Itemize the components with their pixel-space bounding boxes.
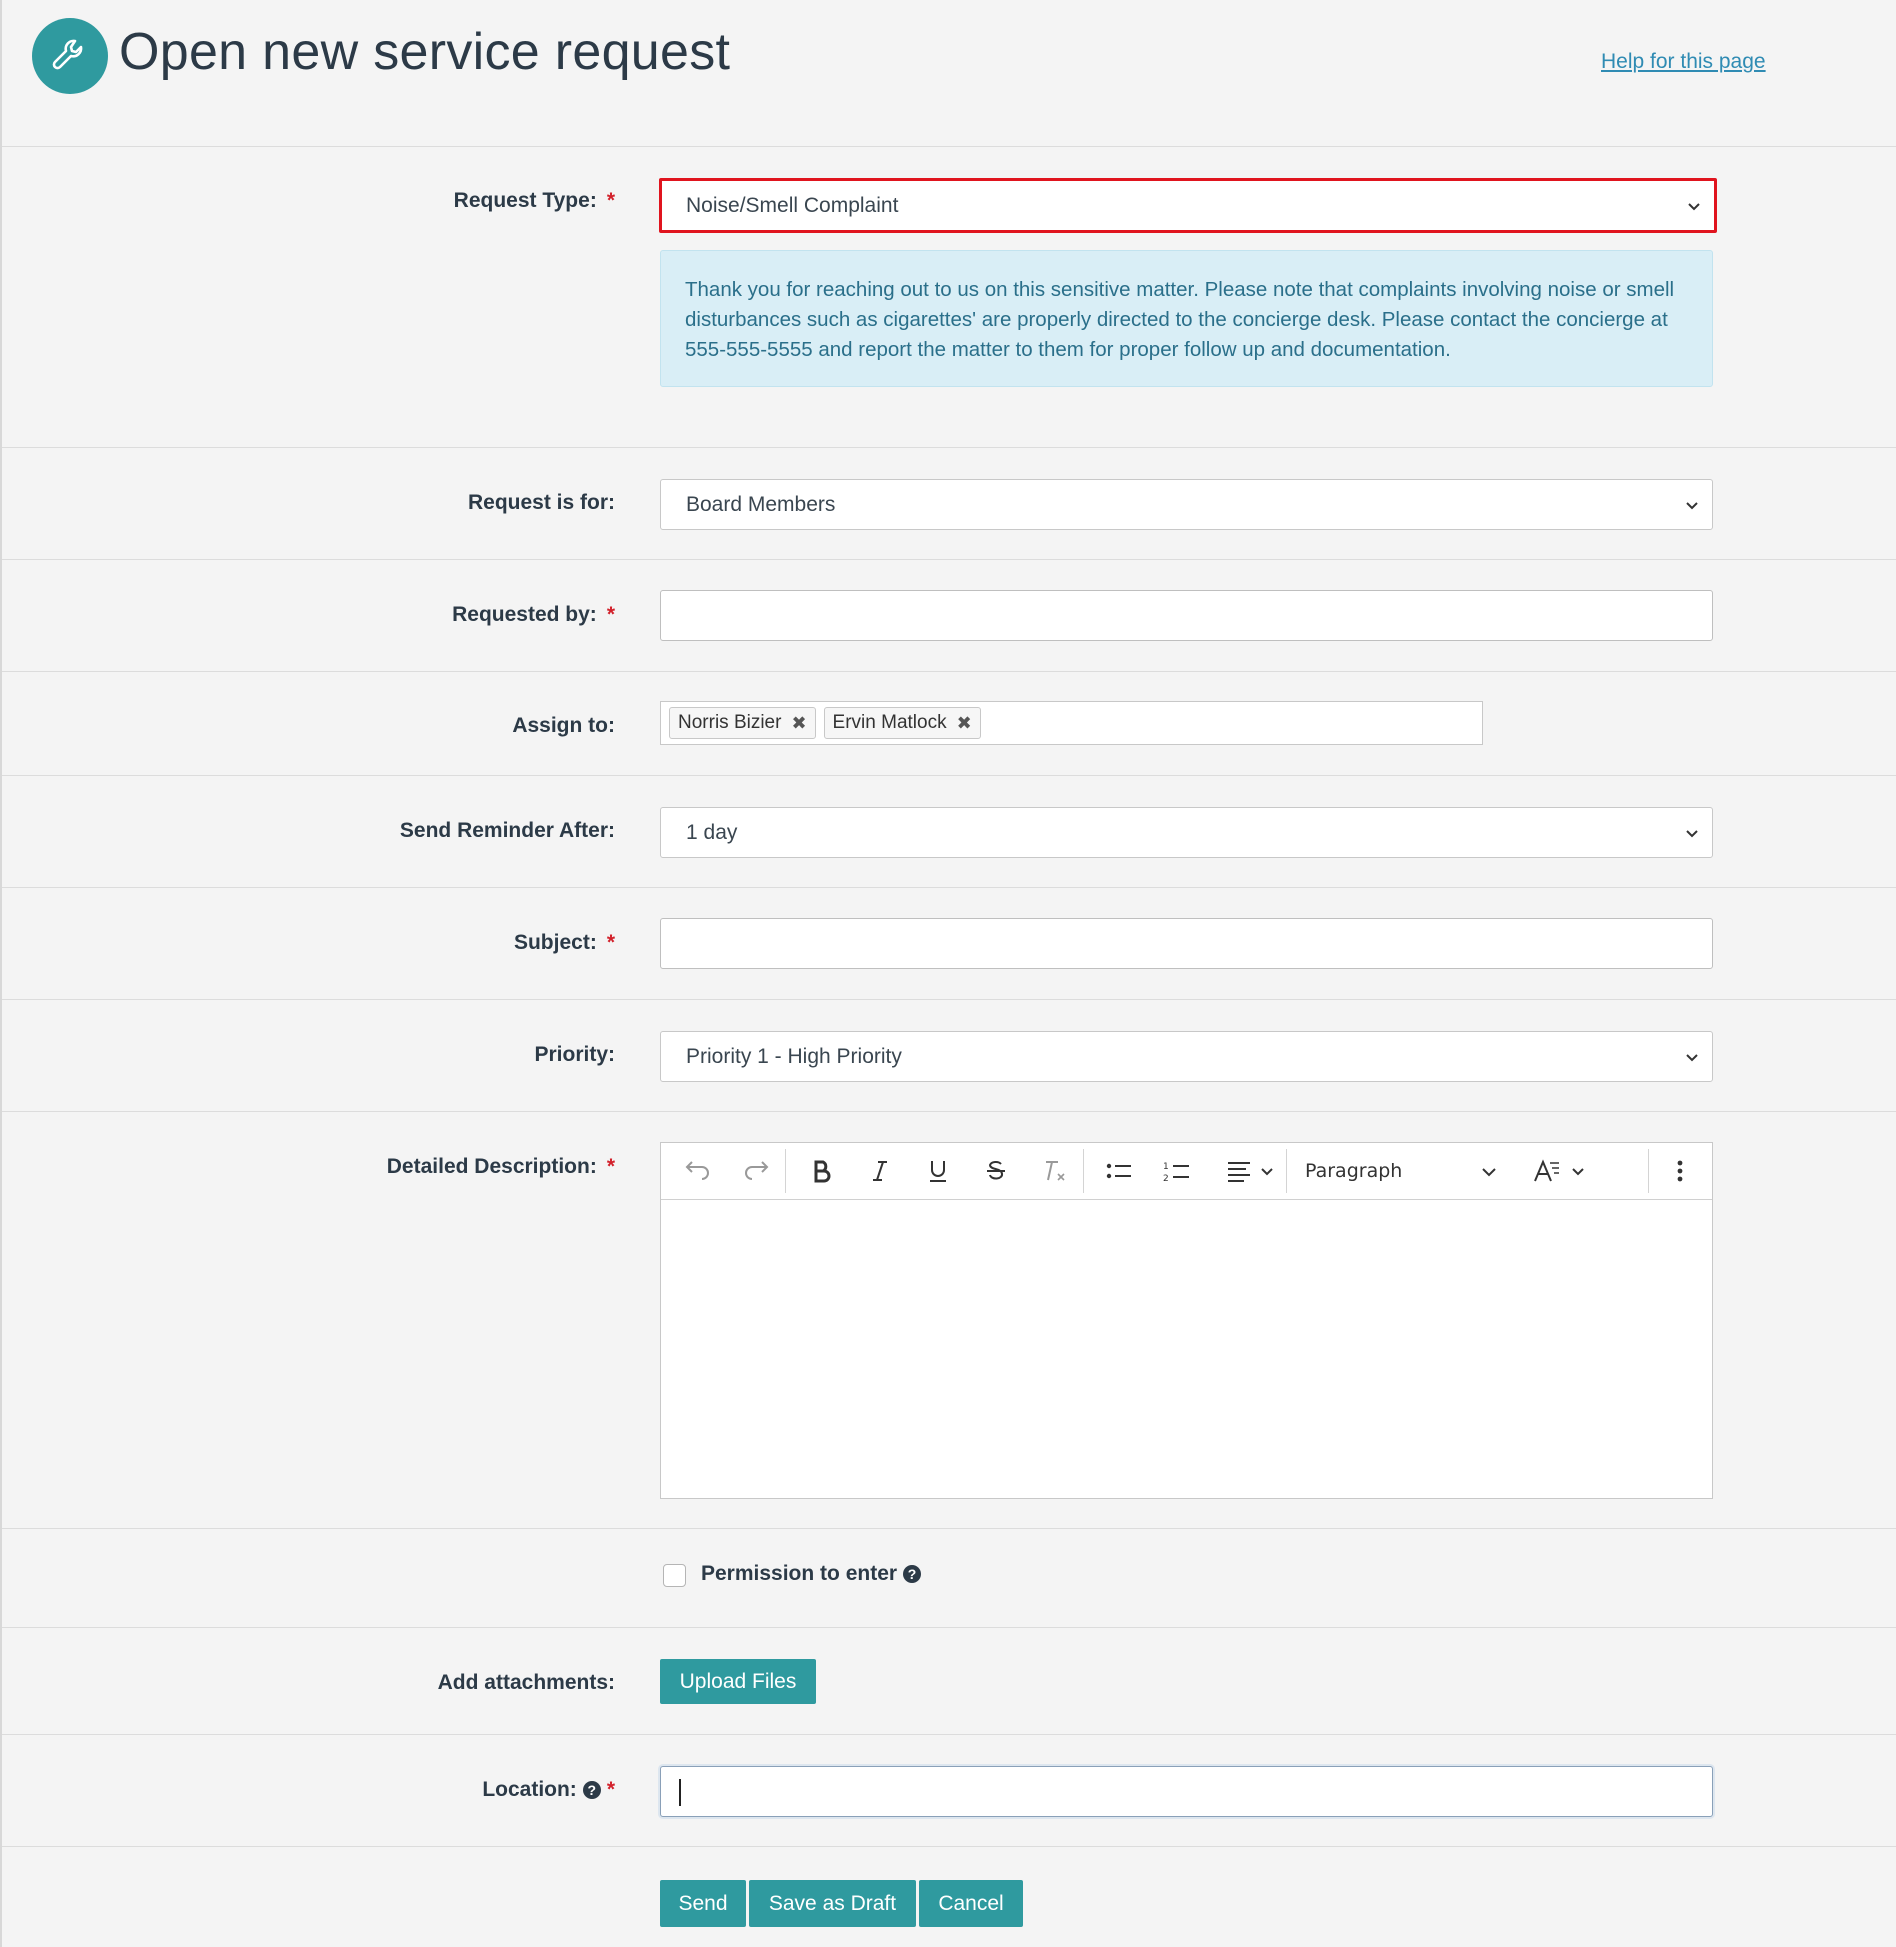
priority-select[interactable]: Priority 1 - High Priority [660,1031,1713,1082]
assignee-tag: Ervin Matlock ✖ [823,707,981,739]
priority-row: Priority: Priority 1 - High Priority [2,1000,1896,1112]
subject-row: Subject: * [2,888,1896,1000]
requested-by-label: Requested by: * [452,603,615,626]
help-question-icon[interactable]: ? [582,1781,601,1799]
page-title: Open new service request [119,23,731,81]
required-marker: * [606,1155,615,1178]
subject-input[interactable] [660,918,1713,969]
reminder-select[interactable]: 1 day [660,807,1713,858]
redo-icon[interactable] [739,1153,773,1189]
rich-text-editor: 12 Paragraph [660,1142,1713,1499]
reminder-value: 1 day [686,820,738,844]
help-question-icon[interactable]: ? [903,1565,922,1583]
toolbar-divider [785,1149,786,1193]
priority-label: Priority: [534,1043,615,1066]
location-row: Location: ? * [2,1735,1896,1847]
upload-files-button[interactable]: Upload Files [660,1659,816,1704]
permission-checkbox[interactable] [663,1564,686,1587]
numbered-list-icon[interactable]: 12 [1159,1153,1195,1189]
chevron-down-icon [1688,202,1700,210]
toolbar-divider [1083,1149,1084,1193]
reminder-label: Send Reminder After: [399,819,615,842]
svg-text:1: 1 [1163,1162,1169,1172]
remove-tag-icon[interactable]: ✖ [791,713,806,734]
requested-by-row: Requested by: * [2,560,1896,672]
paragraph-style-dropdown[interactable]: Paragraph [1305,1153,1505,1189]
svg-text:2: 2 [1163,1174,1169,1183]
assignee-tag: Norris Bizier ✖ [669,707,816,739]
bold-icon[interactable] [805,1153,839,1189]
toolbar-divider [1648,1149,1649,1193]
request-type-label: Request Type: * [453,189,615,212]
required-marker: * [606,1778,615,1801]
request-for-value: Board Members [686,492,836,516]
help-link[interactable]: Help for this page [1601,50,1766,74]
clear-format-icon[interactable] [1037,1153,1071,1189]
required-marker: * [606,603,615,626]
request-type-select[interactable]: Noise/Smell Complaint [659,178,1717,233]
assign-to-label: Assign to: [512,714,615,737]
location-label: Location: ? * [482,1778,615,1801]
required-marker: * [606,189,615,212]
remove-tag-icon[interactable]: ✖ [957,713,972,734]
permission-label: Permission to enter ? [701,1562,922,1586]
subject-label: Subject: * [513,931,615,954]
text-style-dropdown[interactable] [1531,1153,1591,1189]
text-caret [679,1779,681,1806]
request-for-label: Request is for: [467,491,615,514]
italic-icon[interactable] [863,1153,897,1189]
save-draft-button[interactable]: Save as Draft [749,1880,916,1927]
priority-value: Priority 1 - High Priority [686,1044,902,1068]
underline-icon[interactable] [921,1153,955,1189]
description-label: Detailed Description: * [386,1155,615,1178]
requested-by-input[interactable] [660,590,1713,641]
page: Open new service request Help for this p… [0,0,1896,1947]
cancel-button[interactable]: Cancel [919,1880,1023,1927]
permission-row [2,1529,1896,1628]
wrench-icon [32,18,108,94]
paragraph-style-value: Paragraph [1305,1160,1403,1182]
chevron-down-icon [1686,1053,1698,1061]
request-for-row: Request is for: Board Members [2,448,1896,560]
strikethrough-icon[interactable] [979,1153,1013,1189]
info-alert: Thank you for reaching out to us on this… [660,250,1713,387]
send-button[interactable]: Send [660,1880,746,1927]
description-editor-area[interactable] [661,1201,1712,1499]
page-header: Open new service request Help for this p… [2,0,1896,147]
reminder-row: Send Reminder After: 1 day [2,776,1896,888]
assignee-name: Ervin Matlock [832,712,947,733]
required-marker: * [606,931,615,954]
editor-toolbar: 12 Paragraph [661,1143,1712,1200]
align-dropdown[interactable] [1223,1153,1279,1189]
chevron-down-icon [1686,501,1698,509]
location-input[interactable] [660,1766,1713,1817]
request-type-row: Request Type: * Noise/Smell Complaint Tha… [2,147,1896,448]
chevron-down-icon [1686,829,1698,837]
assign-to-input[interactable]: Norris Bizier ✖ Ervin Matlock ✖ [660,701,1483,745]
chevron-down-icon [1482,1168,1496,1177]
request-type-value: Noise/Smell Complaint [686,193,899,217]
more-options-icon[interactable] [1665,1153,1695,1189]
attachments-row: Add attachments: Upload Files [2,1628,1896,1735]
attachments-label: Add attachments: [437,1671,615,1694]
request-for-select[interactable]: Board Members [660,479,1713,530]
toolbar-divider [1286,1149,1287,1193]
bullet-list-icon[interactable] [1101,1153,1137,1189]
undo-icon[interactable] [681,1153,715,1189]
assignee-name: Norris Bizier [678,712,782,733]
